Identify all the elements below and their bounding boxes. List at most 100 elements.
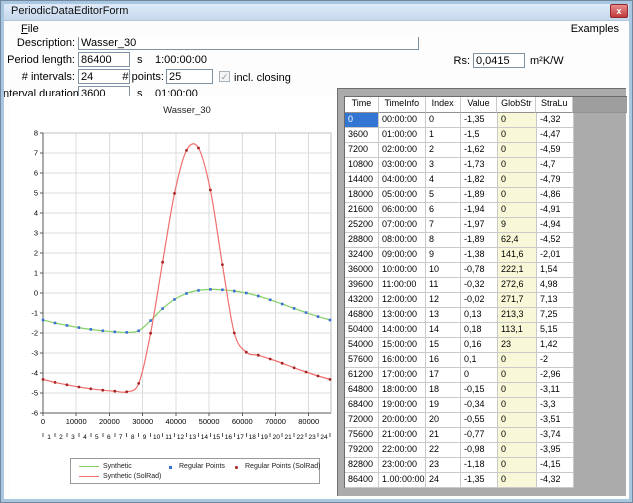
table-cell[interactable]: 14 — [426, 323, 461, 338]
table-cell[interactable]: 08:00:00 — [379, 233, 426, 248]
table-cell[interactable]: 46800 — [345, 308, 379, 323]
table-cell[interactable]: 19:00:00 — [379, 398, 426, 413]
table-cell[interactable]: 0 — [498, 173, 537, 188]
table-cell[interactable]: -0,55 — [461, 413, 498, 428]
table-cell[interactable]: -4,32 — [537, 473, 574, 488]
points-input[interactable] — [166, 69, 213, 84]
table-cell[interactable]: 0 — [498, 113, 537, 128]
series-regular-points[interactable] — [42, 288, 332, 334]
table-cell[interactable]: -1,82 — [461, 173, 498, 188]
table-cell[interactable]: -0,32 — [461, 278, 498, 293]
menu-file[interactable]: File — [21, 23, 39, 35]
table-cell[interactable]: 0,18 — [461, 323, 498, 338]
table-cell[interactable]: -0,98 — [461, 443, 498, 458]
table-cell[interactable]: 8 — [426, 233, 461, 248]
table-cell[interactable]: 14400 — [345, 173, 379, 188]
table-cell[interactable]: -1,35 — [461, 113, 498, 128]
table-cell[interactable]: 75600 — [345, 428, 379, 443]
table-cell[interactable]: -0,78 — [461, 263, 498, 278]
table-cell[interactable]: 01:00:00 — [379, 128, 426, 143]
column-header-globstr[interactable]: GlobStr — [497, 97, 536, 113]
column-header-index[interactable]: Index — [426, 97, 461, 113]
rs-input[interactable] — [473, 53, 525, 68]
table-cell[interactable]: -4,86 — [537, 188, 574, 203]
table-cell[interactable]: 1,42 — [537, 338, 574, 353]
table-cell[interactable]: -4,79 — [537, 173, 574, 188]
chart-svg[interactable]: -6-5-4-3-2-10123456780100002000030000400… — [10, 96, 337, 448]
table-cell[interactable]: -2 — [537, 353, 574, 368]
table-cell[interactable]: -3,11 — [537, 383, 574, 398]
table-cell[interactable]: -1,35 — [461, 473, 498, 488]
table-cell[interactable]: 4,98 — [537, 278, 574, 293]
table-cell[interactable]: 0,16 — [461, 338, 498, 353]
table-cell[interactable]: 0 — [498, 443, 537, 458]
table-cell[interactable]: 18000 — [345, 188, 379, 203]
table-cell[interactable]: 22 — [426, 443, 461, 458]
table-cell[interactable]: 3600 — [345, 128, 379, 143]
table-cell[interactable]: 20 — [426, 413, 461, 428]
table-cell[interactable]: 13:00:00 — [379, 308, 426, 323]
table-cell[interactable]: 23:00:00 — [379, 458, 426, 473]
table-cell[interactable]: 04:00:00 — [379, 173, 426, 188]
table-cell[interactable]: 72000 — [345, 413, 379, 428]
table-cell[interactable]: 02:00:00 — [379, 143, 426, 158]
table-cell[interactable]: 4 — [426, 173, 461, 188]
table-cell[interactable]: 0 — [498, 428, 537, 443]
table-cell[interactable]: -3,95 — [537, 443, 574, 458]
table-cell[interactable]: 20:00:00 — [379, 413, 426, 428]
table-cell[interactable]: 10 — [426, 263, 461, 278]
table-cell[interactable]: 0 — [426, 113, 461, 128]
table-cell[interactable]: 0 — [498, 413, 537, 428]
table-cell[interactable]: 222,1 — [498, 263, 537, 278]
table-cell[interactable]: 39600 — [345, 278, 379, 293]
table-cell[interactable]: -1,89 — [461, 188, 498, 203]
table-cell[interactable]: -4,15 — [537, 458, 574, 473]
title-bar[interactable]: PeriodicDataEditorForm x — [1, 1, 632, 21]
table-cell[interactable]: 54000 — [345, 338, 379, 353]
table-cell[interactable]: -1,5 — [461, 128, 498, 143]
table-cell[interactable]: 0 — [498, 128, 537, 143]
table-cell[interactable]: -1,62 — [461, 143, 498, 158]
column-header-timeinfo[interactable]: TimeInfo — [379, 97, 426, 113]
table-cell[interactable]: 03:00:00 — [379, 158, 426, 173]
data-grid[interactable]: TimeTimeInfoIndexValueGlobStrStraLu 000:… — [344, 96, 627, 488]
table-cell[interactable]: 79200 — [345, 443, 379, 458]
table-cell[interactable]: 7200 — [345, 143, 379, 158]
table-cell[interactable]: 13 — [426, 308, 461, 323]
table-cell[interactable]: 12:00:00 — [379, 293, 426, 308]
table-cell[interactable]: 0 — [498, 398, 537, 413]
table-cell[interactable]: -4,47 — [537, 128, 574, 143]
table-cell[interactable]: -4,59 — [537, 143, 574, 158]
column-header-value[interactable]: Value — [461, 97, 498, 113]
table-cell[interactable]: 09:00:00 — [379, 248, 426, 263]
table-cell[interactable]: -0,15 — [461, 383, 498, 398]
table-cell[interactable]: 82800 — [345, 458, 379, 473]
table-cell[interactable]: 5 — [426, 188, 461, 203]
table-cell[interactable]: 9 — [498, 218, 537, 233]
table-cell[interactable]: 61200 — [345, 368, 379, 383]
chart-panel[interactable]: -6-5-4-3-2-10123456780100002000030000400… — [10, 96, 337, 496]
table-cell[interactable]: 0 — [498, 143, 537, 158]
table-cell[interactable]: -4,32 — [537, 113, 574, 128]
table-cell[interactable]: 57600 — [345, 353, 379, 368]
table-cell[interactable]: 64800 — [345, 383, 379, 398]
table-cell[interactable]: 06:00:00 — [379, 203, 426, 218]
series-regular-points-solrad[interactable] — [42, 147, 332, 394]
table-cell[interactable]: 5,15 — [537, 323, 574, 338]
table-cell[interactable]: 16:00:00 — [379, 353, 426, 368]
table-cell[interactable]: -4,52 — [537, 233, 574, 248]
table-cell[interactable]: 00:00:00 — [379, 113, 426, 128]
incl-closing-checkbox[interactable]: ✓ — [219, 71, 230, 82]
table-cell[interactable]: 3 — [426, 158, 461, 173]
table-cell[interactable]: -1,97 — [461, 218, 498, 233]
table-cell[interactable]: 18:00:00 — [379, 383, 426, 398]
table-cell[interactable]: -2,96 — [537, 368, 574, 383]
table-cell[interactable]: 1,54 — [537, 263, 574, 278]
table-cell[interactable]: -0,34 — [461, 398, 498, 413]
table-cell[interactable]: 113,1 — [498, 323, 537, 338]
table-cell[interactable]: 07:00:00 — [379, 218, 426, 233]
table-cell[interactable]: 271,7 — [498, 293, 537, 308]
table-cell[interactable]: 11:00:00 — [379, 278, 426, 293]
table-cell[interactable]: 7,13 — [537, 293, 574, 308]
table-cell[interactable]: 21 — [426, 428, 461, 443]
